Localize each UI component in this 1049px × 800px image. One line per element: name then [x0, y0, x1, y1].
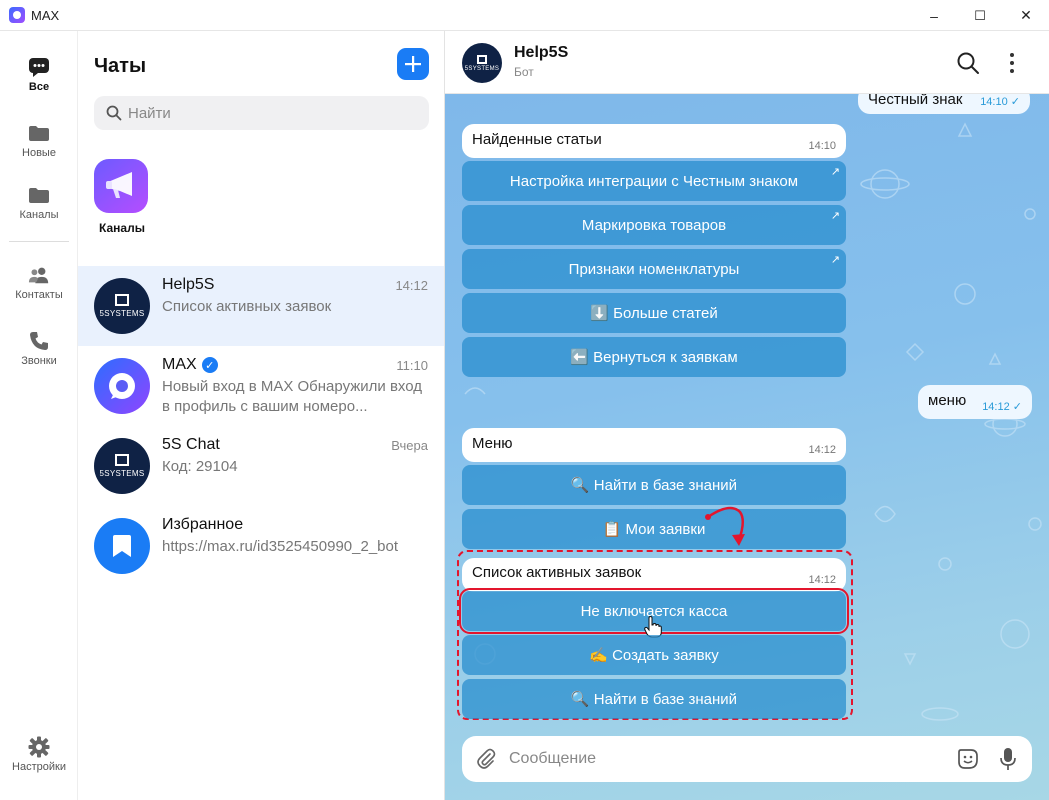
rail-item-label: Звонки: [21, 355, 57, 367]
message-input[interactable]: [509, 750, 939, 768]
plus-icon: [405, 56, 421, 72]
message-bubble-menu: Меню 14:12: [462, 428, 846, 462]
megaphone-icon: [94, 159, 148, 213]
rail-item-label: Настройки: [12, 761, 66, 773]
window-title: MAX: [31, 7, 60, 23]
gear-icon: [28, 736, 50, 758]
message-area[interactable]: Честный знак 14:10 ✓ Найденные статьи 14…: [445, 94, 1049, 800]
rail-item-label: Каналы: [19, 209, 59, 221]
rail-item-new[interactable]: Новые: [0, 123, 78, 159]
paperclip-icon[interactable]: [475, 748, 497, 770]
chat-bubble-icon: [28, 57, 50, 77]
5s-logo-icon: [115, 454, 129, 466]
close-window-button[interactable]: ✕: [1003, 0, 1049, 31]
sticker-icon[interactable]: [957, 748, 979, 770]
external-link-icon: ↗: [830, 166, 840, 178]
conversation-panel: 5SYSTEMS Help5S Бот Честный знак 14:10 ✓: [445, 31, 1049, 800]
chat-time: 11:10: [396, 358, 428, 373]
chat-item-max[interactable]: MAX ✓ 11:10 Новый вход в MAX Обнаружили в…: [78, 346, 444, 426]
kb-button-create-request[interactable]: ✍️ Создать заявку: [462, 635, 846, 675]
conversation-subtitle: Бот: [514, 65, 534, 79]
chat-preview: Новый вход в MAX Обнаружили вход в профи…: [162, 378, 423, 415]
message-time: 14:12: [808, 444, 836, 456]
search-icon: [106, 105, 122, 121]
kb-button-search-knowledge-2[interactable]: 🔍 Найти в базе знаний: [462, 679, 846, 719]
max-logo-icon: [109, 373, 135, 399]
search-icon[interactable]: [956, 51, 980, 75]
message-bubble-outgoing: Честный знак 14:10 ✓: [858, 94, 1030, 114]
story-label: Каналы: [99, 221, 145, 235]
5s-logo-icon: [115, 294, 129, 306]
chat-name: 5S Chat: [162, 436, 220, 453]
chat-time: 14:12: [395, 278, 428, 293]
chat-preview: Список активных заявок: [162, 298, 332, 315]
5s-logo-icon: [477, 54, 487, 64]
new-chat-button[interactable]: [397, 48, 429, 80]
contacts-icon: [28, 265, 50, 285]
message-time: 14:10 ✓: [980, 96, 1020, 108]
message-bubble-active-requests: Список активных заявок 14:12: [462, 558, 846, 592]
kb-button-search-knowledge[interactable]: 🔍 Найти в базе знаний: [462, 465, 846, 505]
message-bubble-outgoing: меню 14:12 ✓: [918, 385, 1032, 419]
conversation-header: 5SYSTEMS Help5S Бот: [445, 31, 1049, 94]
avatar[interactable]: 5SYSTEMS: [462, 43, 502, 83]
rail-item-settings[interactable]: Настройки: [0, 736, 78, 773]
conversation-name: Help5S: [514, 44, 569, 61]
story-channels[interactable]: Каналы: [94, 159, 150, 235]
chat-item-help5s[interactable]: 5SYSTEMS Help5S 14:12 Список активных за…: [78, 266, 444, 346]
kb-button-more-articles[interactable]: ⬇️ Больше статей: [462, 293, 846, 333]
annotation-arrow-icon: [705, 506, 745, 546]
rail-divider: [9, 241, 69, 242]
rail-item-label: Контакты: [15, 289, 63, 301]
phone-icon: [28, 331, 50, 351]
message-time: 14:12 ✓: [982, 401, 1022, 413]
chat-preview: Код: 29104: [162, 458, 238, 475]
app-logo-icon: [9, 7, 25, 23]
avatar: 5SYSTEMS: [94, 438, 150, 494]
message-time: 14:10: [808, 140, 836, 152]
folder-icon: [28, 185, 50, 205]
chat-item-favorites[interactable]: Избранное https://max.ru/id3525450990_2_…: [78, 506, 444, 586]
folder-icon: [28, 123, 50, 143]
rail-item-all[interactable]: Все: [0, 57, 78, 93]
rail-item-contacts[interactable]: Контакты: [0, 265, 78, 301]
external-link-icon: ↗: [830, 254, 840, 266]
rail-item-label: Все: [28, 81, 50, 93]
kb-button-nomenclature[interactable]: Признаки номенклатуры ↗: [462, 249, 846, 289]
chat-item-5s-chat[interactable]: 5SYSTEMS 5S Chat Вчера Код: 29104: [78, 426, 444, 506]
chat-list-title: Чаты: [94, 55, 147, 77]
chat-name: MAX ✓: [162, 356, 218, 374]
rail-item-calls[interactable]: Звонки: [0, 331, 78, 367]
message-composer: [462, 736, 1032, 782]
chat-time: Вчера: [391, 438, 428, 453]
kb-button-chestny-znak[interactable]: Настройка интеграции с Честным знаком ↗: [462, 161, 846, 201]
minimize-button[interactable]: –: [911, 0, 957, 31]
avatar: [94, 518, 150, 574]
message-time: 14:12: [808, 574, 836, 586]
chat-list-panel: Чаты Каналы 5SYSTEMS Help5S 14:12 Список…: [78, 31, 445, 800]
chat-name: Help5S: [162, 276, 215, 293]
message-bubble-found-articles: Найденные статьи 14:10: [462, 124, 846, 158]
avatar: 5SYSTEMS: [94, 278, 150, 334]
bookmark-icon: [113, 535, 131, 557]
verified-icon: ✓: [201, 357, 218, 373]
title-bar: MAX – ☐ ✕: [0, 0, 1049, 31]
external-link-icon: ↗: [830, 210, 840, 222]
kb-button-marking[interactable]: Маркировка товаров ↗: [462, 205, 846, 245]
chat-name: Избранное: [162, 516, 244, 533]
chat-preview: https://max.ru/id3525450990_2_bot: [162, 538, 399, 555]
rail-item-label: Новые: [22, 147, 56, 159]
nav-rail: Все Новые Каналы Контакты Звонки Настрой…: [0, 31, 78, 800]
microphone-icon[interactable]: [999, 747, 1017, 771]
more-options-icon[interactable]: [1003, 51, 1021, 75]
maximize-button[interactable]: ☐: [957, 0, 1003, 31]
search-box[interactable]: [94, 96, 429, 130]
kb-button-back-to-requests[interactable]: ⬅️ Вернуться к заявкам: [462, 337, 846, 377]
kb-button-my-requests[interactable]: 📋 Мои заявки: [462, 509, 846, 549]
search-input[interactable]: [128, 104, 418, 122]
rail-item-channels[interactable]: Каналы: [0, 185, 78, 221]
avatar: [94, 358, 150, 414]
